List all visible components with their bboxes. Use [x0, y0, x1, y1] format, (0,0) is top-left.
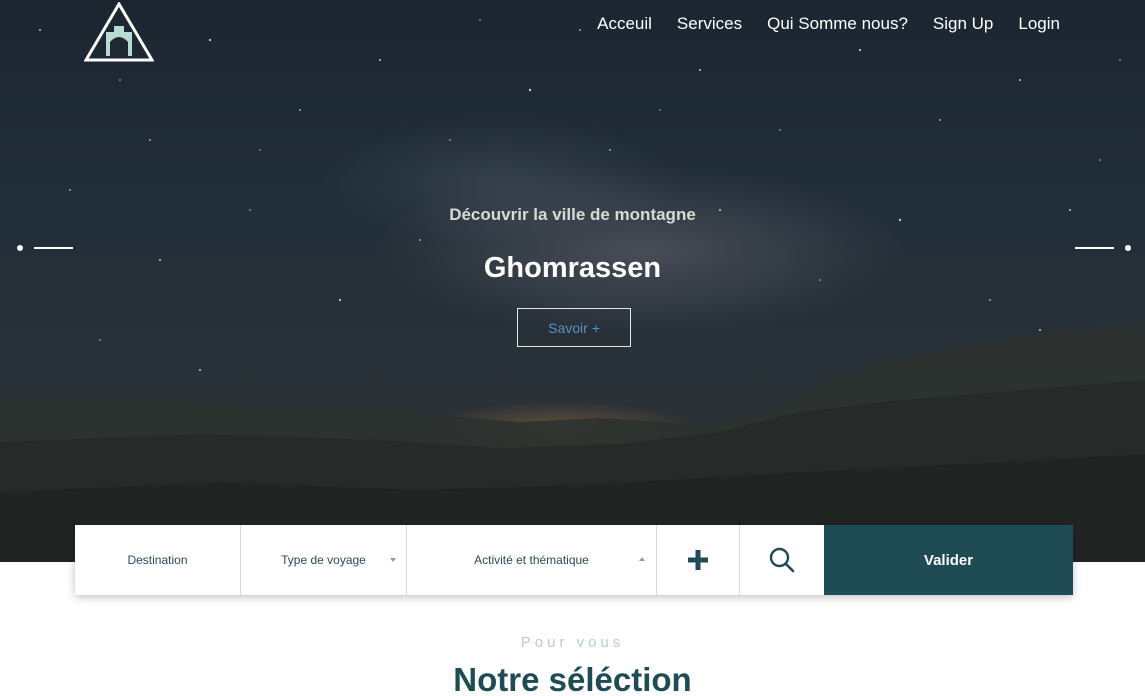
section-kicker: Pour vous: [520, 634, 625, 651]
nav-item-acceuil[interactable]: Acceuil: [597, 13, 652, 35]
hero-subtitle: Découvrir la ville de montagne: [449, 205, 696, 224]
carousel-line-icon: [34, 247, 73, 249]
chevron-up-icon: [639, 557, 645, 561]
activity-theme-select[interactable]: Activité et thématique: [407, 525, 657, 595]
destination-field[interactable]: Destination: [75, 525, 241, 595]
nav-item-services[interactable]: Services: [677, 13, 742, 35]
carousel-line-icon: [1075, 247, 1114, 249]
activity-theme-label: Activité et thématique: [474, 553, 589, 567]
savoir-plus-button[interactable]: Savoir +: [517, 308, 631, 347]
search-bar: Destination Type de voyage Activité et t…: [75, 525, 1073, 595]
search-icon: [769, 547, 795, 573]
main-nav: Acceuil Services Qui Somme nous? Sign Up…: [597, 13, 1060, 35]
nav-item-login[interactable]: Login: [1018, 13, 1060, 35]
carousel-dot-icon: [1125, 245, 1131, 251]
add-filter-button[interactable]: [657, 525, 740, 595]
valider-button[interactable]: Valider: [824, 525, 1073, 595]
carousel-dot-icon: [17, 245, 23, 251]
plus-icon: [688, 550, 708, 570]
chevron-down-icon: [390, 558, 396, 562]
nav-item-sign-up[interactable]: Sign Up: [933, 13, 993, 35]
section-title: Notre séléction: [453, 661, 692, 696]
page: Acceuil Services Qui Somme nous? Sign Up…: [0, 0, 1145, 696]
destination-label: Destination: [127, 553, 188, 567]
travel-type-label: Type de voyage: [281, 553, 366, 567]
hero-banner: Acceuil Services Qui Somme nous? Sign Up…: [0, 0, 1145, 562]
search-button[interactable]: [740, 525, 824, 595]
travel-type-select[interactable]: Type de voyage: [241, 525, 407, 595]
nav-item-qui-somme-nous[interactable]: Qui Somme nous?: [767, 13, 908, 35]
hero-title: Ghomrassen: [483, 252, 662, 284]
logo-triangle-icon[interactable]: [84, 2, 154, 62]
